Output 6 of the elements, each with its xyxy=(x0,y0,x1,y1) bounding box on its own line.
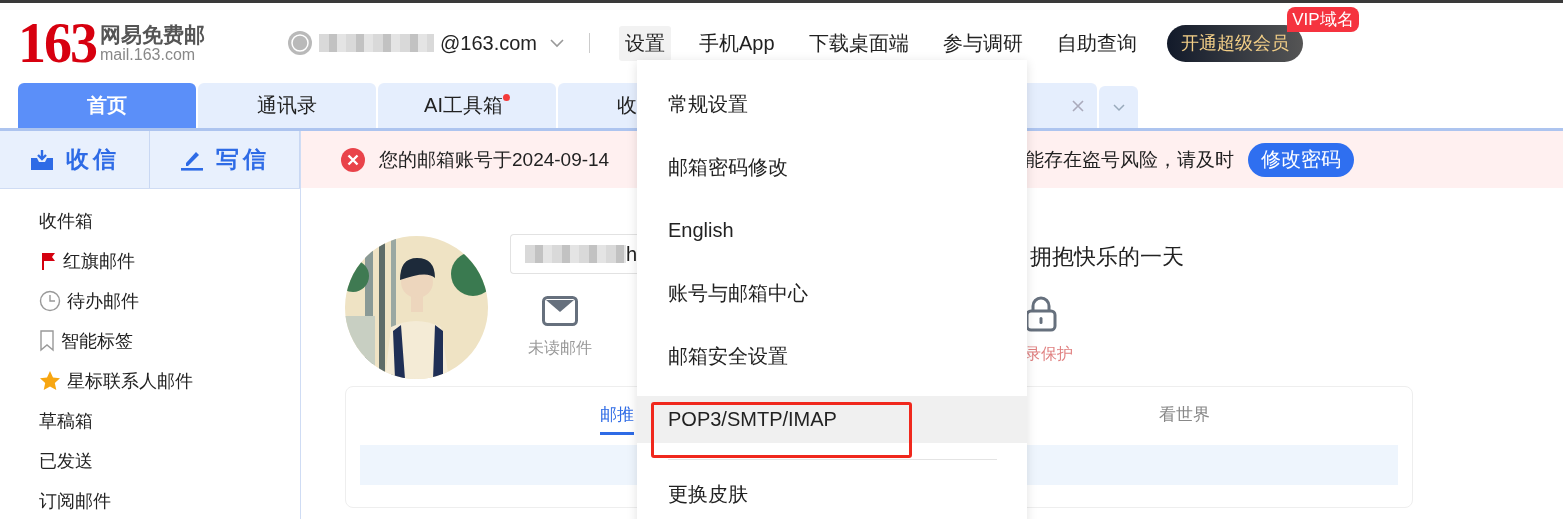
logo-domain: mail.163.com xyxy=(100,45,196,64)
logo-name: 网易免费邮 xyxy=(100,22,205,46)
vip-badge: VIP域名 xyxy=(1287,6,1359,32)
greeting-text: 拥抱快乐的一天 xyxy=(1030,243,1184,271)
logo-number: 163 xyxy=(18,15,96,71)
alert-text: 您的邮箱账号于2024-09-14 xyxy=(379,148,610,170)
